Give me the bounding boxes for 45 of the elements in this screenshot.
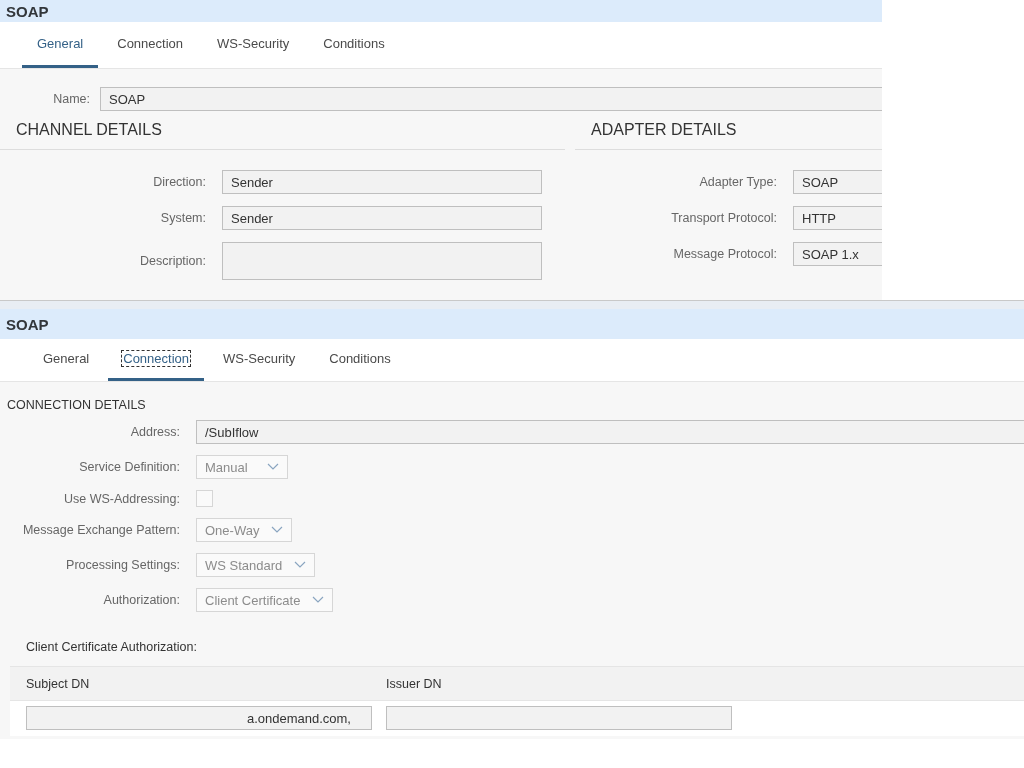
panel-title: SOAP	[6, 2, 49, 20]
tab[interactable]: WS-Security	[202, 22, 305, 68]
splitter-bar[interactable]	[0, 300, 1024, 309]
tab[interactable]: Connection	[102, 22, 199, 68]
text-field[interactable]: HTTP	[793, 206, 882, 230]
chevron-down-icon	[267, 463, 279, 471]
tab[interactable]: WS-Security	[208, 339, 311, 381]
field-label: System:	[159, 211, 206, 225]
section-heading: CHANNEL DETAILS	[16, 121, 163, 139]
field-label: Message Protocol:	[672, 247, 777, 261]
field-label: Description:	[139, 254, 206, 268]
name-field[interactable]: SOAP	[100, 87, 882, 111]
chevron-down-icon	[312, 596, 325, 604]
tab[interactable]: Connection	[108, 339, 205, 381]
field-label: Processing Settings:	[65, 558, 180, 572]
tab[interactable]: General	[22, 22, 99, 68]
checkbox[interactable]	[196, 490, 213, 507]
table-cell-field[interactable]	[386, 706, 732, 730]
text-field[interactable]: Sender	[222, 206, 542, 230]
text-field[interactable]: SOAP 1.x	[793, 242, 882, 266]
tab[interactable]: Conditions	[308, 22, 400, 68]
field-label: Use WS-Addressing:	[63, 491, 180, 506]
field-label: Service Definition:	[78, 460, 180, 474]
panel-title: SOAP	[6, 315, 49, 333]
field-label: Direction:	[152, 175, 206, 189]
description-field[interactable]	[222, 242, 542, 280]
field-label: Name:	[52, 92, 90, 106]
field-label: Transport Protocol:	[670, 211, 777, 225]
field-label: Message Exchange Pattern:	[21, 523, 180, 537]
column-header: Subject DN	[25, 676, 91, 691]
field-label: Authorization:	[102, 593, 180, 607]
text-field[interactable]: SOAP	[793, 170, 882, 194]
section-heading: CONNECTION DETAILS	[6, 398, 147, 412]
column-header: Issuer DN	[385, 676, 443, 691]
tab[interactable]: Conditions	[314, 339, 406, 381]
field-label: Address:	[129, 425, 180, 439]
tab[interactable]: General	[28, 339, 105, 381]
field-label: Adapter Type:	[698, 175, 777, 189]
table-cell-field[interactable]: a.ondemand.com,	[26, 706, 372, 730]
chevron-down-icon	[294, 561, 307, 569]
address-field[interactable]: /SubIflow	[196, 420, 1024, 444]
table-title: Client Certificate Authorization:	[25, 639, 198, 656]
section-heading: ADAPTER DETAILS	[591, 121, 738, 139]
chevron-down-icon	[271, 526, 284, 534]
text-field[interactable]: Sender	[222, 170, 542, 194]
